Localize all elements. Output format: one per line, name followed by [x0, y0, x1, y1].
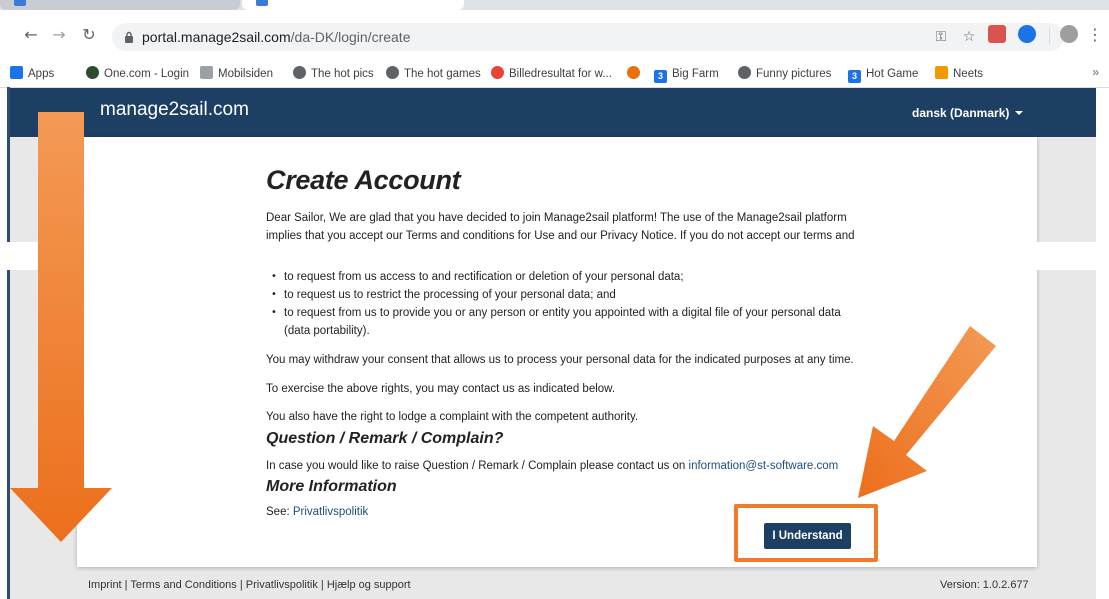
- bookmark-big-farm[interactable]: 3 Big Farm: [654, 65, 719, 83]
- version-label: Version: 1.0.2.677: [940, 579, 1029, 591]
- email-link[interactable]: information@st-software.com: [689, 460, 839, 472]
- site-header: manage2sail.com dansk (Danmark): [10, 88, 1096, 137]
- apps-grid-icon: [10, 66, 23, 79]
- list-item: to request from us access to and rectifi…: [271, 268, 864, 286]
- extension-icon[interactable]: [1018, 25, 1036, 43]
- bookmark-neets[interactable]: Neets: [935, 65, 983, 83]
- forward-icon[interactable]: →: [50, 26, 68, 44]
- language-select[interactable]: dansk (Danmark): [912, 106, 1024, 120]
- bookmarks-more-icon[interactable]: »: [1092, 65, 1099, 79]
- bigfarm-icon: 3: [848, 70, 861, 83]
- bookmark-hot-game[interactable]: 3 Hot Game: [848, 65, 918, 83]
- highlight-box: [734, 504, 878, 562]
- contact-text: In case you would like to raise Question…: [266, 460, 839, 472]
- rights-list: to request from us access to and rectifi…: [266, 268, 864, 340]
- footer-links[interactable]: Imprint | Terms and Conditions | Privatl…: [88, 579, 411, 591]
- profile-avatar[interactable]: [1060, 25, 1078, 43]
- globe-icon: [293, 66, 306, 79]
- bookmark-apps[interactable]: Apps: [10, 65, 54, 83]
- tab-favicon-icon: [256, 0, 268, 6]
- pdf-extension-icon[interactable]: [988, 25, 1006, 43]
- question-heading: Question / Remark / Complain?: [266, 430, 504, 447]
- address-bar[interactable]: portal.manage2sail.com/da-DK/login/creat…: [112, 23, 1064, 51]
- list-item: to request from us to provide you or any…: [271, 304, 864, 340]
- back-icon[interactable]: ←: [22, 26, 40, 44]
- caret-down-icon: [1015, 111, 1024, 115]
- site-logo[interactable]: manage2sail.com: [100, 99, 249, 121]
- mobilsiden-icon: [200, 66, 213, 79]
- bookmark-hot-games[interactable]: The hot games: [386, 65, 481, 83]
- globe-icon: [738, 66, 751, 79]
- tab-favicon-icon: [14, 0, 26, 6]
- complaint-text: You also have the right to lodge a compl…: [266, 411, 639, 423]
- url-text: portal.manage2sail.com/da-DK/login/creat…: [142, 29, 411, 45]
- lock-icon: [125, 31, 133, 43]
- bookmark-hot-pics[interactable]: The hot pics: [293, 65, 374, 83]
- privacy-link[interactable]: Privatlivspolitik: [293, 506, 368, 518]
- screenshot-cut: [0, 242, 1109, 270]
- key-icon[interactable]: ⚿: [932, 28, 950, 46]
- reload-icon[interactable]: ↻: [80, 26, 98, 44]
- bookmarks-bar: Apps One.com - Login Mobilsiden The hot …: [0, 61, 1109, 88]
- browser-toolbar: ← → ↻ portal.manage2sail.com/da-DK/login…: [0, 10, 1109, 61]
- bookmark-circle[interactable]: [627, 65, 645, 83]
- list-item: to request us to restrict the processing…: [271, 286, 864, 304]
- globe-icon: [386, 66, 399, 79]
- bookmark-billedresultat[interactable]: Billedresultat for w...: [491, 65, 612, 83]
- bookmark-mobilsiden[interactable]: Mobilsiden: [200, 65, 273, 83]
- onecom-icon: [86, 66, 99, 79]
- withdraw-text: You may withdraw your consent that allow…: [266, 354, 854, 366]
- star-icon[interactable]: ☆: [960, 28, 978, 46]
- exercise-text: To exercise the above rights, you may co…: [266, 383, 616, 395]
- circle-icon: [627, 66, 640, 79]
- neets-icon: [935, 66, 948, 79]
- create-account-card: Create Account Dear Sailor, We are glad …: [77, 137, 1037, 567]
- page-title: Create Account: [266, 165, 461, 195]
- toolbar-divider: [1049, 28, 1050, 44]
- browser-tab-strip: [0, 0, 1109, 10]
- intro-text: Dear Sailor, We are glad that you have d…: [266, 212, 855, 242]
- menu-icon[interactable]: ⋮: [1086, 26, 1104, 44]
- bookmark-funny-pictures[interactable]: Funny pictures: [738, 65, 831, 83]
- browser-tab[interactable]: [0, 0, 240, 10]
- more-info-heading: More Information: [266, 478, 397, 495]
- browser-tab-active[interactable]: [242, 0, 464, 10]
- google-icon: [491, 66, 504, 79]
- bookmark-onecom[interactable]: One.com - Login: [86, 65, 189, 83]
- bigfarm-icon: 3: [654, 70, 667, 83]
